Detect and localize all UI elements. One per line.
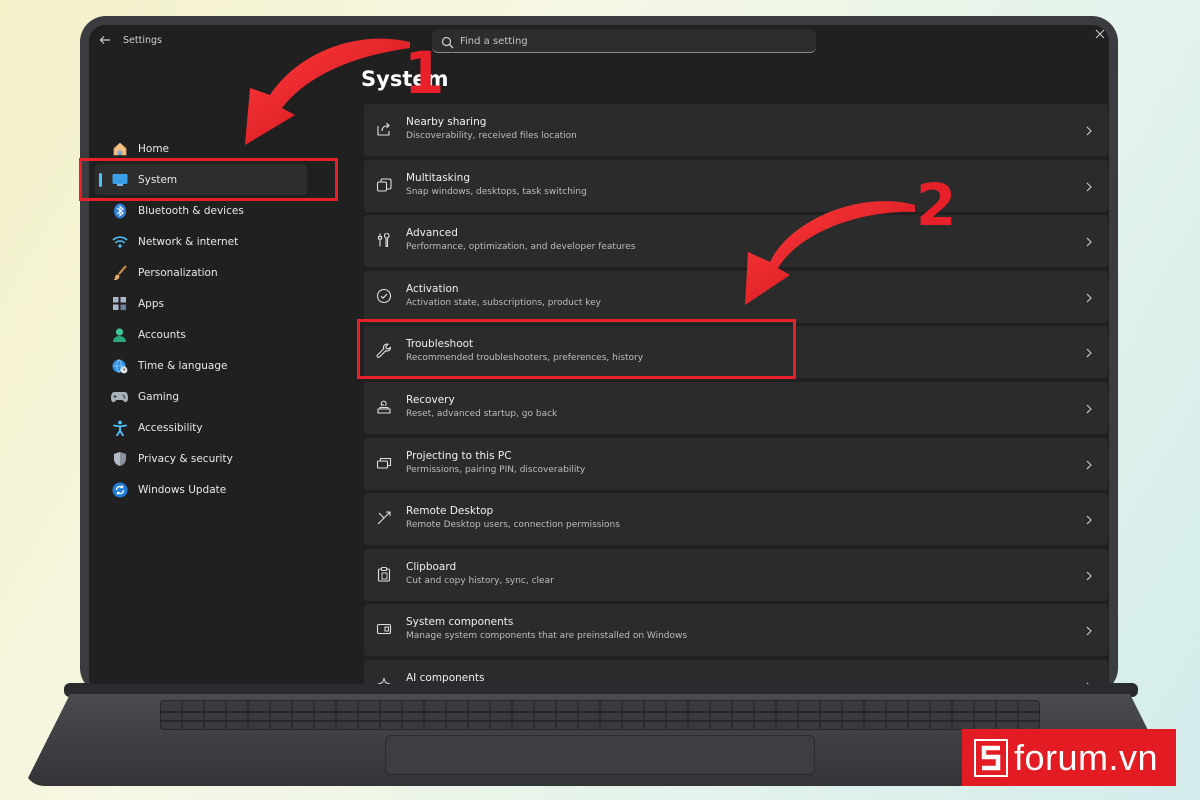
chevron-right-icon (1085, 401, 1093, 415)
row-description: Snap windows, desktops, task switching (406, 186, 587, 197)
settings-row-multitasking[interactable]: Multitasking Snap windows, desktops, tas… (364, 159, 1108, 212)
settings-row-projecting[interactable]: Projecting to this PC Permissions, pairi… (364, 437, 1108, 490)
row-description: Reset, advanced startup, go back (406, 408, 558, 419)
apps-icon (111, 295, 128, 312)
tools-icon (376, 232, 394, 250)
row-description: Cut and copy history, sync, clear (406, 575, 554, 586)
components-icon (376, 621, 394, 639)
chevron-right-icon (1085, 179, 1093, 193)
share-icon (376, 121, 394, 139)
laptop-trackpad (385, 735, 815, 775)
sidebar-item-label: Home (138, 142, 170, 155)
sidebar-item-label: Personalization (138, 266, 218, 279)
row-description: Remote Desktop users, connection permiss… (406, 520, 620, 531)
sidebar-item-personalization[interactable]: Personalization (95, 257, 307, 288)
projector-icon (376, 455, 394, 473)
chevron-right-icon (1085, 123, 1093, 137)
row-description: Activation state, subscriptions, product… (406, 297, 601, 308)
sidebar-item-network[interactable]: Network & internet (95, 226, 307, 257)
sidebar-item-accessibility[interactable]: Accessibility (95, 412, 307, 443)
gamepad-icon (111, 388, 128, 405)
row-title: Multitasking (406, 171, 471, 184)
settings-row-ai-components[interactable]: AI components (364, 659, 1108, 684)
chevron-right-icon (1085, 623, 1093, 637)
row-title: System components (406, 616, 514, 629)
sidebar-item-label: Apps (138, 297, 164, 310)
home-icon (111, 140, 128, 157)
callout-number-1: 1 (404, 39, 445, 107)
brand-watermark: forum.vn (962, 729, 1176, 786)
bluetooth-icon (111, 202, 128, 219)
row-description: Manage system components that are preins… (406, 631, 688, 642)
sidebar-item-privacy[interactable]: Privacy & security (95, 443, 307, 474)
row-title: Clipboard (406, 560, 457, 573)
settings-row-advanced[interactable]: Advanced Performance, optimization, and … (364, 215, 1108, 268)
row-title: Recovery (406, 393, 455, 406)
multitask-icon (376, 177, 394, 195)
row-title: Advanced (406, 227, 458, 240)
app-title: Settings (123, 35, 162, 46)
sidebar-item-label: Network & internet (138, 235, 239, 248)
sidebar-item-accounts[interactable]: Accounts (95, 319, 307, 350)
row-description: Permissions, pairing PIN, discoverabilit… (406, 464, 586, 475)
sidebar-item-label: Gaming (138, 390, 180, 403)
settings-row-activation[interactable]: Activation Activation state, subscriptio… (364, 270, 1108, 323)
remote-desktop-icon (376, 510, 394, 528)
row-title: AI components (406, 671, 485, 684)
wifi-icon (111, 233, 128, 250)
ai-icon (376, 677, 394, 684)
sidebar-item-label: Time & language (138, 359, 228, 372)
laptop-keyboard (160, 700, 1040, 730)
sidebar-item-label: Accounts (138, 328, 186, 341)
chevron-right-icon (1085, 290, 1093, 304)
settings-row-system-components[interactable]: System components Manage system componen… (364, 604, 1108, 657)
accessibility-icon (111, 419, 128, 436)
close-icon[interactable] (1095, 29, 1105, 42)
shield-icon (111, 450, 128, 467)
back-arrow-icon[interactable] (99, 34, 113, 48)
row-description: Performance, optimization, and developer… (406, 242, 636, 253)
title-bar: Settings (89, 25, 1109, 59)
brand-text: forum.vn (1014, 736, 1159, 778)
settings-row-remote-desktop[interactable]: Remote Desktop Remote Desktop users, con… (364, 493, 1108, 546)
callout-number-2: 2 (916, 171, 957, 239)
search-input[interactable] (460, 32, 800, 50)
sidebar-item-label: Accessibility (138, 421, 203, 434)
chevron-right-icon (1085, 345, 1093, 359)
brush-icon (111, 264, 128, 281)
chevron-right-icon (1085, 679, 1093, 684)
sidebar-item-windows-update[interactable]: Windows Update (95, 474, 307, 505)
chevron-right-icon (1085, 512, 1093, 526)
update-icon (111, 481, 128, 498)
sidebar-item-gaming[interactable]: Gaming (95, 381, 307, 412)
row-title: Activation (406, 282, 459, 295)
settings-row-clipboard[interactable]: Clipboard Cut and copy history, sync, cl… (364, 548, 1108, 601)
row-title: Remote Desktop (406, 505, 494, 518)
recovery-icon (376, 399, 394, 417)
person-icon (111, 326, 128, 343)
chevron-right-icon (1085, 234, 1093, 248)
sidebar-item-time-language[interactable]: Time & language (95, 350, 307, 381)
chevron-right-icon (1085, 568, 1093, 582)
sidebar-item-label: Privacy & security (138, 452, 233, 465)
row-title: Projecting to this PC (406, 449, 512, 462)
brand-s-logo-icon (974, 738, 1008, 777)
globe-clock-icon (111, 357, 128, 374)
row-title: Nearby sharing (406, 116, 487, 128)
clipboard-icon (376, 566, 394, 584)
sidebar-item-label: Windows Update (138, 483, 227, 496)
sidebar-item-label: Bluetooth & devices (138, 204, 244, 217)
row-description: Discoverability, received files location (406, 131, 577, 141)
settings-list: Nearby sharing Discoverability, received… (364, 104, 1108, 684)
highlight-box-system (79, 158, 338, 201)
sidebar-item-apps[interactable]: Apps (95, 288, 307, 319)
settings-row-recovery[interactable]: Recovery Reset, advanced startup, go bac… (364, 381, 1108, 434)
chevron-right-icon (1085, 457, 1093, 471)
settings-row-nearby-sharing[interactable]: Nearby sharing Discoverability, received… (364, 104, 1108, 156)
search-box[interactable] (432, 29, 816, 53)
highlight-box-troubleshoot (357, 319, 796, 379)
check-circle-icon (376, 288, 394, 306)
